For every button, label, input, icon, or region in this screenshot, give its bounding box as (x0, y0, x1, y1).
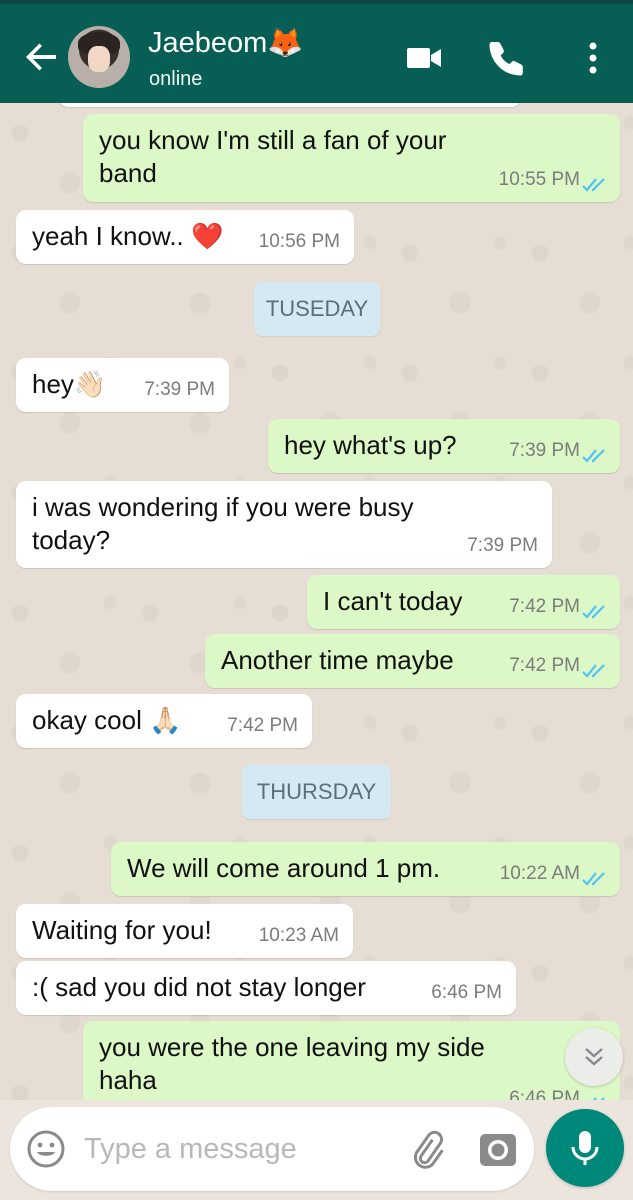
chat-header: Jaebeom🦊 online (0, 0, 633, 103)
message-bubble-incoming[interactable] (60, 103, 520, 107)
message-bubble-outgoing[interactable]: Another time maybe 7:42 PM (205, 634, 620, 688)
message-time: 10:55 PM (498, 169, 580, 190)
chat-area[interactable]: you know I'm still a fan of your band 10… (0, 103, 633, 1110)
double-check-icon (582, 449, 605, 463)
message-time: 7:42 PM (509, 596, 580, 617)
camera-icon[interactable] (477, 1128, 519, 1170)
contact-status: online (149, 68, 203, 90)
message-text: you know I'm still a fan of your band (99, 125, 447, 188)
message-input-container (10, 1107, 534, 1191)
double-check-icon (582, 178, 605, 192)
date-divider: THURSDAY (242, 765, 391, 819)
message-text: okay cool 🙏🏻 (32, 705, 182, 735)
message-bubble-outgoing[interactable]: We will come around 1 pm. 10:22 AM (111, 842, 620, 896)
message-input[interactable] (84, 1125, 384, 1173)
message-bubble-incoming[interactable]: i was wondering if you were busy today? … (16, 481, 552, 568)
message-time: 10:22 AM (499, 863, 580, 884)
message-text: We will come around 1 pm. (127, 853, 441, 883)
message-text: :( sad you did not stay longer (32, 972, 366, 1002)
emoji-icon[interactable] (26, 1129, 66, 1169)
phone-icon[interactable] (487, 38, 527, 78)
message-time: 7:39 PM (509, 440, 580, 461)
back-arrow-icon[interactable] (22, 36, 62, 76)
message-text: you were the one leaving my side haha (99, 1032, 485, 1095)
message-bubble-incoming[interactable]: yeah I know.. ❤️ 10:56 PM (16, 210, 354, 264)
message-bubble-incoming[interactable]: okay cool 🙏🏻 7:42 PM (16, 694, 312, 748)
video-call-icon[interactable] (404, 38, 444, 78)
message-time: 7:39 PM (467, 535, 538, 556)
message-time: 7:42 PM (509, 655, 580, 676)
message-bubble-outgoing[interactable]: hey what's up? 7:39 PM (268, 419, 620, 473)
paperclip-icon[interactable] (406, 1129, 446, 1169)
double-check-icon (582, 605, 605, 619)
message-text: Another time maybe (221, 645, 454, 675)
message-bubble-outgoing[interactable]: I can't today 7:42 PM (307, 575, 620, 629)
message-text: Waiting for you! (32, 915, 212, 945)
message-bubble-incoming[interactable]: :( sad you did not stay longer 6:46 PM (16, 961, 516, 1015)
message-text: i was wondering if you were busy today? (32, 492, 414, 555)
chevron-double-down-icon (585, 1048, 603, 1066)
message-time: 7:39 PM (144, 379, 215, 400)
message-text: yeah I know.. ❤️ (32, 221, 224, 251)
message-time: 7:42 PM (227, 715, 298, 736)
message-bubble-outgoing[interactable]: you know I'm still a fan of your band 10… (83, 114, 620, 202)
mic-icon (571, 1131, 599, 1165)
contact-name[interactable]: Jaebeom🦊 (148, 26, 303, 60)
message-time: 10:56 PM (258, 231, 340, 252)
message-bubble-outgoing[interactable]: you were the one leaving my side haha 6:… (83, 1021, 620, 1110)
message-bubble-incoming[interactable]: Waiting for you! 10:23 AM (16, 904, 353, 958)
message-bubble-incoming[interactable]: hey👋🏻 7:39 PM (16, 358, 229, 412)
message-text: I can't today (323, 586, 463, 616)
message-time: 6:46 PM (431, 982, 502, 1003)
message-text: hey what's up? (284, 430, 457, 460)
mic-button[interactable] (546, 1109, 624, 1187)
double-check-icon (582, 872, 605, 886)
more-vert-icon[interactable] (573, 38, 613, 78)
date-divider: TUSEDAY (254, 282, 380, 336)
avatar[interactable] (68, 26, 130, 88)
double-check-icon (582, 664, 605, 678)
composer-bar (0, 1100, 633, 1200)
message-text: hey👋🏻 (32, 369, 107, 399)
scroll-to-bottom-button[interactable] (565, 1028, 623, 1086)
message-time: 10:23 AM (258, 925, 339, 946)
